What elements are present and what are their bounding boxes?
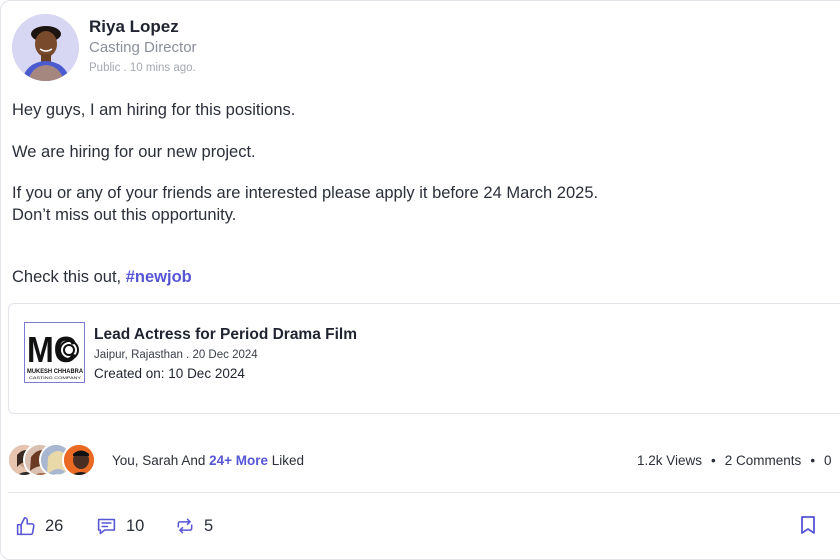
hashtag-link[interactable]: #newjob (126, 268, 192, 286)
post-check-line: Check this out, #newjob (12, 268, 192, 287)
job-location-date: Jaipur, Rajasthan . 20 Dec 2024 (94, 349, 258, 361)
author-name[interactable]: Riya Lopez (89, 17, 179, 37)
job-card[interactable]: MC MUKESH CHHABRA CASTING COMPANY Lead A… (8, 303, 840, 414)
comment-button[interactable]: 10 (96, 513, 144, 539)
comments-count-link[interactable]: 2 Comments (725, 453, 802, 468)
post-line-3: If you or any of your friends are intere… (12, 184, 599, 202)
bookmark-icon (801, 516, 815, 534)
company-logo: MC MUKESH CHHABRA CASTING COMPANY (24, 322, 85, 383)
stats-trailing: 0 (824, 453, 832, 468)
liker-avatars[interactable] (7, 443, 107, 479)
bookmark-button[interactable] (799, 515, 817, 540)
post-check-prefix: Check this out, (12, 268, 126, 286)
post-meta: Public . 10 mins ago. (89, 62, 196, 74)
repost-count: 5 (204, 516, 214, 535)
author-role: Casting Director (89, 39, 197, 56)
comment-icon (97, 518, 116, 534)
post-line-1: Hey guys, I am hiring for this positions… (12, 101, 296, 119)
author-avatar[interactable] (12, 14, 79, 81)
company-logo-mark: MC MUKESH CHHABRA CASTING COMPANY (27, 329, 83, 380)
post-line-2: We are hiring for our new project. (12, 143, 256, 161)
job-created-date: Created on: 10 Dec 2024 (94, 366, 245, 381)
liked-more-link[interactable]: 24+ More (209, 453, 268, 468)
stats-separator: • (810, 453, 816, 468)
logo-initials: MC (27, 329, 77, 370)
views-count: 1.2k Views (637, 453, 703, 468)
like-button[interactable]: 26 (15, 513, 63, 539)
post-stats: 1.2k Views • 2 Comments • 0 (637, 453, 832, 468)
liked-suffix: Liked (268, 453, 305, 468)
job-title[interactable]: Lead Actress for Period Drama Film (94, 326, 357, 344)
thumbs-up-icon (16, 516, 35, 535)
logo-line-1: MUKESH CHHABRA (27, 368, 83, 375)
comment-count: 10 (126, 516, 145, 535)
actions-divider (8, 492, 840, 493)
like-count: 26 (45, 516, 64, 535)
liked-prefix: You, Sarah And (112, 453, 210, 468)
logo-line-2: CASTING COMPANY (29, 375, 81, 380)
repost-button[interactable]: 5 (175, 513, 213, 539)
liker-avatar (62, 443, 96, 477)
author-avatar-image (12, 14, 79, 81)
post-line-4: Don’t miss out this opportunity. (12, 206, 237, 224)
liked-summary: You, Sarah And 24+ More Liked (112, 453, 304, 468)
repost-icon (177, 518, 193, 534)
stats-separator: • (711, 453, 716, 468)
